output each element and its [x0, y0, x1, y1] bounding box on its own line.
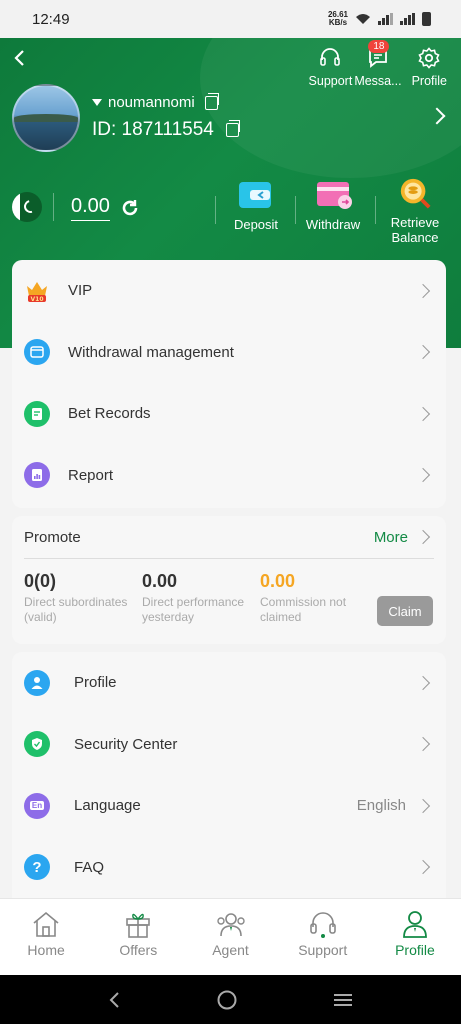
chevron-right-icon: [415, 798, 431, 813]
chevron-right-icon: [415, 737, 431, 752]
stat-direct-performance: 0.00 Direct performance yesterday: [142, 571, 245, 624]
nav-home[interactable]: Home: [0, 899, 92, 975]
menu-item-report[interactable]: Report: [12, 445, 446, 507]
wallet-icon: [24, 339, 50, 366]
stat-direct-subordinates: 0(0) Direct subordinates (valid): [24, 571, 128, 624]
menu-item-security-center[interactable]: Security Center: [12, 714, 446, 776]
person-icon: [24, 669, 50, 696]
copy-id-icon[interactable]: [225, 120, 240, 137]
home-icon: [33, 911, 59, 937]
person-icon: [403, 911, 427, 938]
messages-button[interactable]: 18 Messa...: [354, 40, 402, 88]
headset-icon: [320, 48, 341, 66]
menu-item-profile[interactable]: Profile: [12, 652, 446, 714]
promote-card: Promote More 0(0) Direct subordinates (v…: [12, 516, 446, 644]
nav-profile[interactable]: Profile: [369, 899, 461, 975]
promote-title: Promote: [24, 528, 81, 546]
menu-item-bet-records[interactable]: Bet Records: [12, 383, 446, 445]
settings-menu-card: Profile Security Center En Language Engl…: [12, 652, 446, 898]
caret-down-icon: [92, 98, 102, 106]
chevron-right-icon: [415, 860, 431, 875]
chevron-right-icon[interactable]: [415, 529, 431, 545]
retrieve-balance-icon: [400, 178, 431, 209]
menu-item-language[interactable]: En Language English: [12, 775, 446, 837]
vip-crown-icon: V10: [27, 281, 47, 303]
report-icon: [24, 462, 50, 489]
gear-icon: [418, 47, 440, 69]
deposit-button[interactable]: Deposit: [230, 178, 282, 232]
bottom-nav: Home Offers Agent Support Profile: [0, 898, 461, 975]
nav-agent[interactable]: Agent: [184, 899, 276, 975]
nav-offers[interactable]: Offers: [92, 899, 184, 975]
gift-icon: [126, 913, 151, 938]
signal-icon: [378, 13, 393, 25]
network-speed: 26.61 KB/s: [327, 10, 348, 27]
system-recents-icon[interactable]: [332, 991, 354, 1009]
retrieve-balance-button[interactable]: Retrieve Balance: [388, 176, 442, 245]
message-badge: 18: [368, 40, 390, 53]
wifi-icon: [356, 14, 370, 24]
system-home-icon[interactable]: [216, 989, 238, 1011]
document-icon: [24, 400, 50, 427]
chevron-right-icon: [415, 406, 431, 421]
status-bar: 12:49 26.61 KB/s: [0, 0, 461, 38]
withdraw-button[interactable]: Withdraw: [303, 178, 363, 232]
question-icon: ?: [24, 854, 50, 881]
account-menu-card: V10 VIP Withdrawal management Bet Record…: [12, 260, 446, 508]
system-navigation-bar: [0, 975, 461, 1024]
promote-more-link[interactable]: More: [374, 529, 408, 546]
avatar[interactable]: [12, 84, 80, 152]
claim-button[interactable]: Claim: [377, 596, 433, 626]
language-value: English: [356, 797, 406, 815]
language-icon: En: [24, 792, 50, 819]
system-back-icon[interactable]: [107, 991, 123, 1009]
signal-icon-2: [400, 13, 415, 25]
username: noumannomi: [92, 92, 219, 111]
stat-commission: 0.00 Commission not claimed: [260, 571, 347, 624]
nav-support[interactable]: Support: [277, 899, 369, 975]
svg-text:V10: V10: [31, 296, 44, 303]
chevron-right-icon: [415, 468, 431, 483]
user-id: ID: 187111554: [92, 119, 240, 141]
chevron-right-icon: [415, 675, 431, 690]
support-button[interactable]: Support: [309, 46, 352, 88]
balance-amount: 0.00: [71, 195, 110, 221]
pakistan-flag-icon: [12, 192, 42, 222]
menu-item-faq[interactable]: ? FAQ: [12, 837, 446, 899]
chevron-right-icon: [415, 283, 431, 298]
copy-username-icon[interactable]: [204, 92, 219, 110]
status-time: 12:49: [32, 10, 70, 28]
deposit-icon: [239, 182, 271, 208]
menu-item-withdrawal-management[interactable]: Withdrawal management: [12, 322, 446, 384]
headset-icon: [309, 912, 336, 938]
back-arrow-icon[interactable]: [10, 48, 30, 68]
profile-settings-button[interactable]: Profile: [412, 46, 447, 88]
shield-icon: [24, 731, 50, 758]
withdraw-icon: [317, 182, 352, 209]
agent-icon: [216, 913, 245, 937]
chevron-right-icon: [415, 345, 431, 360]
top-actions: Support 18 Messa... Profile: [309, 40, 447, 88]
refresh-icon[interactable]: [120, 198, 140, 218]
battery-icon: [422, 12, 431, 26]
menu-item-vip[interactable]: V10 VIP: [12, 260, 446, 322]
